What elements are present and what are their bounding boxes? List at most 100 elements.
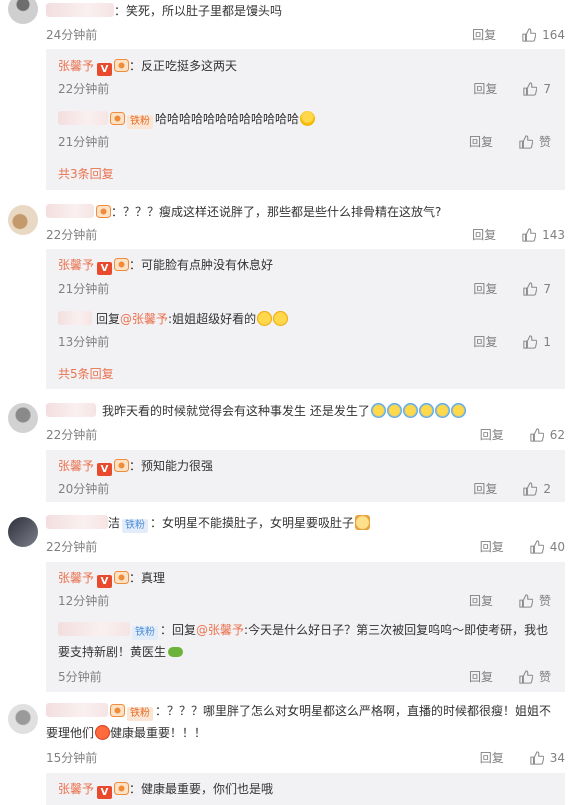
like-count: 164 (542, 27, 565, 42)
reply-text: 反正吃挺多这两天 (141, 59, 238, 73)
reply-button[interactable]: 回复 (480, 538, 504, 555)
blurred-username[interactable] (46, 3, 114, 17)
comment-actions: 回复 164 (472, 26, 565, 43)
reply-username[interactable]: 张馨予 (58, 571, 94, 585)
like-button[interactable]: 164 (522, 28, 565, 42)
reply-body: 张馨予 V ：反正吃挺多这两天 (58, 57, 555, 76)
more-replies-link[interactable]: 共3条回复 (58, 165, 114, 182)
username-tail[interactable]: 洁 (108, 516, 120, 530)
reply-username[interactable]: 张馨予 (58, 782, 94, 796)
mention-link[interactable]: @张馨予 (196, 623, 244, 637)
like-button[interactable]: 赞 (519, 133, 551, 150)
reply-text: 哈哈哈哈哈哈哈哈哈哈哈哈 (155, 112, 300, 126)
reply-body: 张馨予 V ：可能脸有点肿没有休息好 (58, 256, 555, 275)
reply-button[interactable]: 回复 (469, 592, 493, 609)
reply-username[interactable]: 张馨予 (58, 258, 94, 272)
reply-body: 张馨予 V ：预知能力很强 (58, 457, 555, 476)
reply-actions: 回复 7 (473, 80, 551, 97)
reply-prefix: 回复 (96, 312, 121, 326)
reply-text: 可能脸有点肿没有休息好 (141, 258, 274, 272)
fan-badge-icon (114, 459, 130, 472)
blurred-username[interactable] (58, 311, 92, 325)
crying-emoji-icon (450, 403, 466, 418)
comment-actions: 回复 143 (472, 226, 565, 243)
like-count: 40 (549, 539, 565, 554)
like-button[interactable]: 赞 (519, 592, 551, 609)
like-button[interactable]: 40 (530, 540, 565, 554)
reply-box: 张馨予 V ：健康最重要，你们也是哦 (46, 773, 565, 805)
avatar[interactable] (8, 403, 38, 433)
caterpillar-emoji-icon (168, 647, 184, 657)
crying-emoji-icon (418, 403, 434, 418)
like-label: 赞 (538, 670, 551, 684)
comment-body: 铁粉 ：？？？哪里胖了怎么对女明星都这么严格啊，直播的时候都很瘦！姐姐不要理他们健… (46, 700, 561, 744)
reply-button[interactable]: 回复 (469, 133, 493, 150)
reply-box: 张馨予 V ：可能脸有点肿没有休息好 21分钟前 回复 7 回复@张馨予:姐姐超级好… (46, 249, 565, 389)
reply-text: 预知能力很强 (141, 459, 214, 473)
blurred-username[interactable] (46, 515, 108, 529)
thumb-up-icon (519, 134, 533, 149)
reply-button[interactable]: 回复 (472, 26, 496, 43)
iron-fan-badge: 铁粉 (127, 115, 153, 129)
like-button[interactable]: 赞 (519, 668, 551, 685)
comment-text: ：？？？瘦成这样还说胖了，那些都是些什么排骨精在这放气? (111, 205, 442, 219)
reply-username[interactable]: 张馨予 (58, 59, 94, 73)
comment-text-tail: 健康最重要！！！ (110, 726, 207, 740)
comment-time: 15分钟前 (46, 751, 98, 765)
like-button[interactable]: 2 (523, 482, 551, 496)
laughing-emoji-icon (300, 111, 316, 126)
comment-text: 我昨天看的时候就觉得会有这种事发生 还是发生了 (102, 404, 370, 418)
blurred-username[interactable] (46, 403, 96, 417)
comment-body: ：笑死，所以肚子里都是馒头吗 (46, 2, 561, 20)
like-count: 62 (549, 427, 565, 442)
thumb-up-icon (530, 427, 544, 442)
comment-body: 洁铁粉 ：女明星不能摸肚子，女明星要吸肚子 (46, 514, 561, 533)
reply-button[interactable]: 回复 (480, 426, 504, 443)
comment-text: ：笑死，所以肚子里都是馒头吗 (114, 4, 283, 18)
blurred-username[interactable] (58, 111, 108, 125)
reply-button[interactable]: 回复 (473, 333, 497, 350)
reply-button[interactable]: 回复 (472, 226, 496, 243)
like-button[interactable]: 7 (523, 282, 551, 296)
like-button[interactable]: 34 (530, 751, 565, 765)
like-button[interactable]: 1 (523, 335, 551, 349)
blurred-username[interactable] (46, 703, 108, 717)
like-button[interactable]: 62 (530, 428, 565, 442)
more-replies-link[interactable]: 共5条回复 (58, 365, 114, 382)
reply-button[interactable]: 回复 (469, 668, 493, 685)
thumb-up-icon (530, 539, 544, 554)
avatar[interactable] (8, 205, 38, 235)
like-button[interactable]: 7 (523, 82, 551, 96)
mention-link[interactable]: @张馨予 (120, 312, 168, 326)
thumb-up-icon (519, 593, 533, 608)
reply-button[interactable]: 回复 (480, 749, 504, 766)
crying-emoji-icon (386, 403, 402, 418)
reply-body: 铁粉 ：回复@张馨予:今天是什么好日子？第三次被回复呜呜～即使考研，我也要支持新剧… (58, 619, 555, 663)
reply-button[interactable]: 回复 (473, 80, 497, 97)
verified-v-icon: V (97, 63, 113, 76)
smile-emoji-icon (257, 311, 273, 326)
verified-v-icon: V (97, 786, 113, 799)
reply-time: 5分钟前 (58, 670, 102, 684)
reply-button[interactable]: 回复 (473, 480, 497, 497)
reply-time: 13分钟前 (58, 335, 110, 349)
like-count: 143 (542, 227, 565, 242)
avatar[interactable] (8, 0, 38, 24)
reply-body: 张馨予 V ：健康最重要，你们也是哦 (58, 780, 555, 799)
reply-text: 真理 (141, 571, 166, 585)
blurred-username[interactable] (46, 204, 94, 218)
comment-time: 22分钟前 (46, 540, 98, 554)
avatar[interactable] (8, 704, 38, 734)
crying-emoji-icon (402, 403, 418, 418)
like-button[interactable]: 143 (522, 228, 565, 242)
comment-body: 我昨天看的时候就觉得会有这种事发生 还是发生了 (46, 402, 561, 420)
blurred-username[interactable] (58, 622, 130, 636)
comment-time: 22分钟前 (46, 428, 98, 442)
avatar[interactable] (8, 517, 38, 547)
comment-time: 24分钟前 (46, 28, 98, 42)
thumb-up-icon (523, 81, 538, 96)
reply-button[interactable]: 回复 (473, 280, 497, 297)
reply-username[interactable]: 张馨予 (58, 459, 94, 473)
fan-badge-icon (114, 782, 130, 795)
like-label: 赞 (538, 135, 551, 149)
